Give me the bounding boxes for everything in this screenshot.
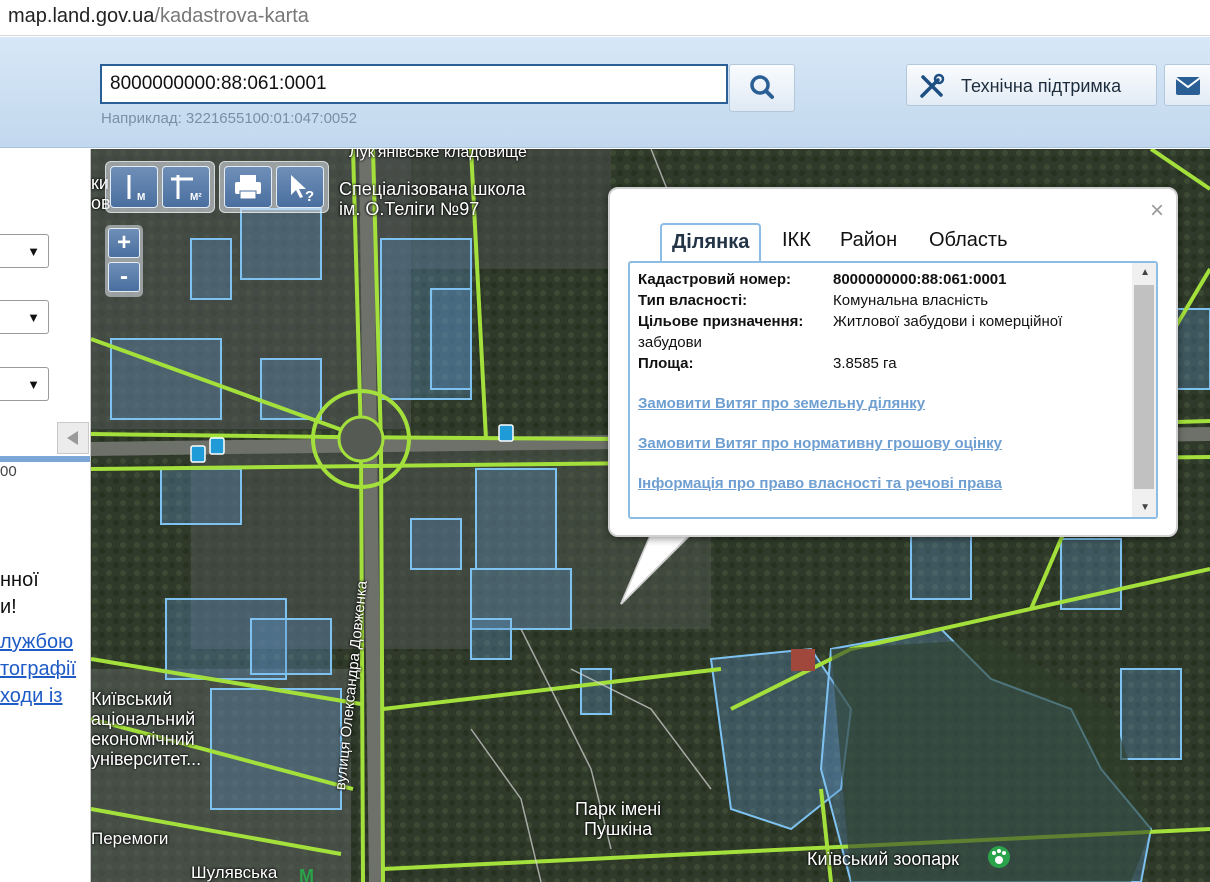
purpose-value: Житлової забудови і комерційної (833, 313, 1063, 330)
url-text[interactable]: map.land.gov.ua/kadastrova-karta (8, 5, 309, 28)
zoom-out-button[interactable]: - (108, 262, 140, 292)
svg-text:?: ? (305, 188, 314, 205)
scrollbar-thumb[interactable] (1134, 285, 1154, 489)
left-panel: ▼ ▼ ▼ 00 нної и! лужбою тографії ходи із (0, 149, 91, 882)
region-select[interactable]: ▼ (0, 234, 49, 268)
map-label-university: Київський аціональний економічний універ… (91, 689, 202, 769)
chevron-left-icon (67, 431, 78, 445)
map-label-zoo: Київський зоопарк (807, 849, 959, 869)
cadastral-search-box[interactable] (100, 64, 728, 104)
order-extract-link[interactable]: Замовити Витяг про земельну ділянку (638, 395, 925, 412)
tech-support-button[interactable]: Технічна підтримка (906, 64, 1157, 106)
field-label: Площа: (638, 355, 694, 372)
app-header: Наприклад: 3221655100:01:047:0052 Техніч… (0, 37, 1210, 148)
map-label-shuliavska: Шулявська (191, 863, 278, 882)
scroll-down-icon[interactable]: ▼ (1140, 502, 1150, 513)
zoom-control: + - (105, 225, 143, 297)
map-label-school: Спеціалізована школа ім. О.Теліги №97 (339, 179, 526, 219)
order-valuation-link[interactable]: Замовити Витяг про нормативну грошову оц… (638, 435, 1002, 452)
tab-district[interactable]: Район (830, 223, 907, 261)
close-icon[interactable]: × (1150, 199, 1164, 223)
field-label: Тип власності: (638, 292, 748, 309)
scroll-up-icon[interactable]: ▲ (1140, 267, 1150, 278)
parcel-info-popup: × Ділянка ІКК Район Область Кадастровий … (608, 187, 1178, 537)
collapse-panel-button[interactable] (57, 422, 89, 454)
browser-url-bar[interactable]: map.land.gov.ua/kadastrova-karta (0, 0, 1210, 36)
svg-text:M: M (299, 866, 314, 882)
field-label: Цільове призначення: (638, 313, 804, 330)
tools-icon (920, 73, 945, 98)
cadastral-search-input[interactable] (102, 66, 726, 102)
svg-text:M: M (137, 192, 145, 203)
svg-text:M²: M² (190, 192, 202, 203)
district-select[interactable]: ▼ (0, 300, 49, 334)
tab-region[interactable]: Область (919, 223, 1018, 261)
identify-icon[interactable]: ? (276, 166, 324, 208)
map-label-park: Парк імені Пушкіна (575, 799, 662, 839)
search-hint: Наприклад: 3221655100:01:047:0052 (101, 110, 357, 127)
info-link[interactable]: тографії (0, 658, 76, 681)
ownership-info-link[interactable]: Інформація про право власності та речові… (638, 475, 1002, 492)
tab-ikk[interactable]: ІКК (772, 223, 821, 261)
map-label-cemetery: Лук'янівське кладовище (349, 149, 527, 161)
panel-divider (0, 456, 90, 462)
area-m2-icon[interactable]: M² (162, 166, 210, 208)
utility-toolbar: ? (219, 161, 329, 213)
info-text-line: и! (0, 596, 17, 618)
tech-support-label: Технічна підтримка (961, 76, 1122, 96)
info-link[interactable]: ходи із (0, 685, 62, 708)
print-icon[interactable] (224, 166, 272, 208)
ruler-m-icon[interactable]: M (110, 166, 158, 208)
search-icon (750, 75, 774, 99)
tab-parcel[interactable]: Ділянка (660, 223, 762, 261)
search-button[interactable] (729, 64, 795, 112)
map-label-victory: Перемоги (91, 829, 169, 848)
settlement-select[interactable]: ▼ (0, 367, 49, 401)
scale-text: 00 (0, 463, 17, 480)
ownership-value: Комунальна власність (833, 292, 989, 309)
measure-toolbar: M M² (105, 161, 215, 213)
info-link[interactable]: лужбою (0, 631, 73, 654)
chevron-down-icon: ▼ (27, 244, 40, 259)
envelope-icon (1175, 77, 1201, 95)
mail-button[interactable] (1164, 64, 1210, 106)
parcel-details-panel: Кадастровий номер: 8000000000:88:061:000… (628, 261, 1158, 519)
chevron-down-icon: ▼ (27, 310, 40, 325)
area-value: 3.8585 га (833, 355, 897, 372)
zoom-in-button[interactable]: + (108, 228, 140, 258)
chevron-down-icon: ▼ (27, 377, 40, 392)
purpose-value-cont: забудови (638, 334, 702, 351)
info-text-line: нної (0, 569, 39, 591)
field-label: Кадастровий номер: (638, 271, 792, 288)
cadastral-number-value: 8000000000:88:061:0001 (833, 271, 1007, 288)
scrollbar[interactable]: ▲ ▼ (1132, 263, 1156, 517)
